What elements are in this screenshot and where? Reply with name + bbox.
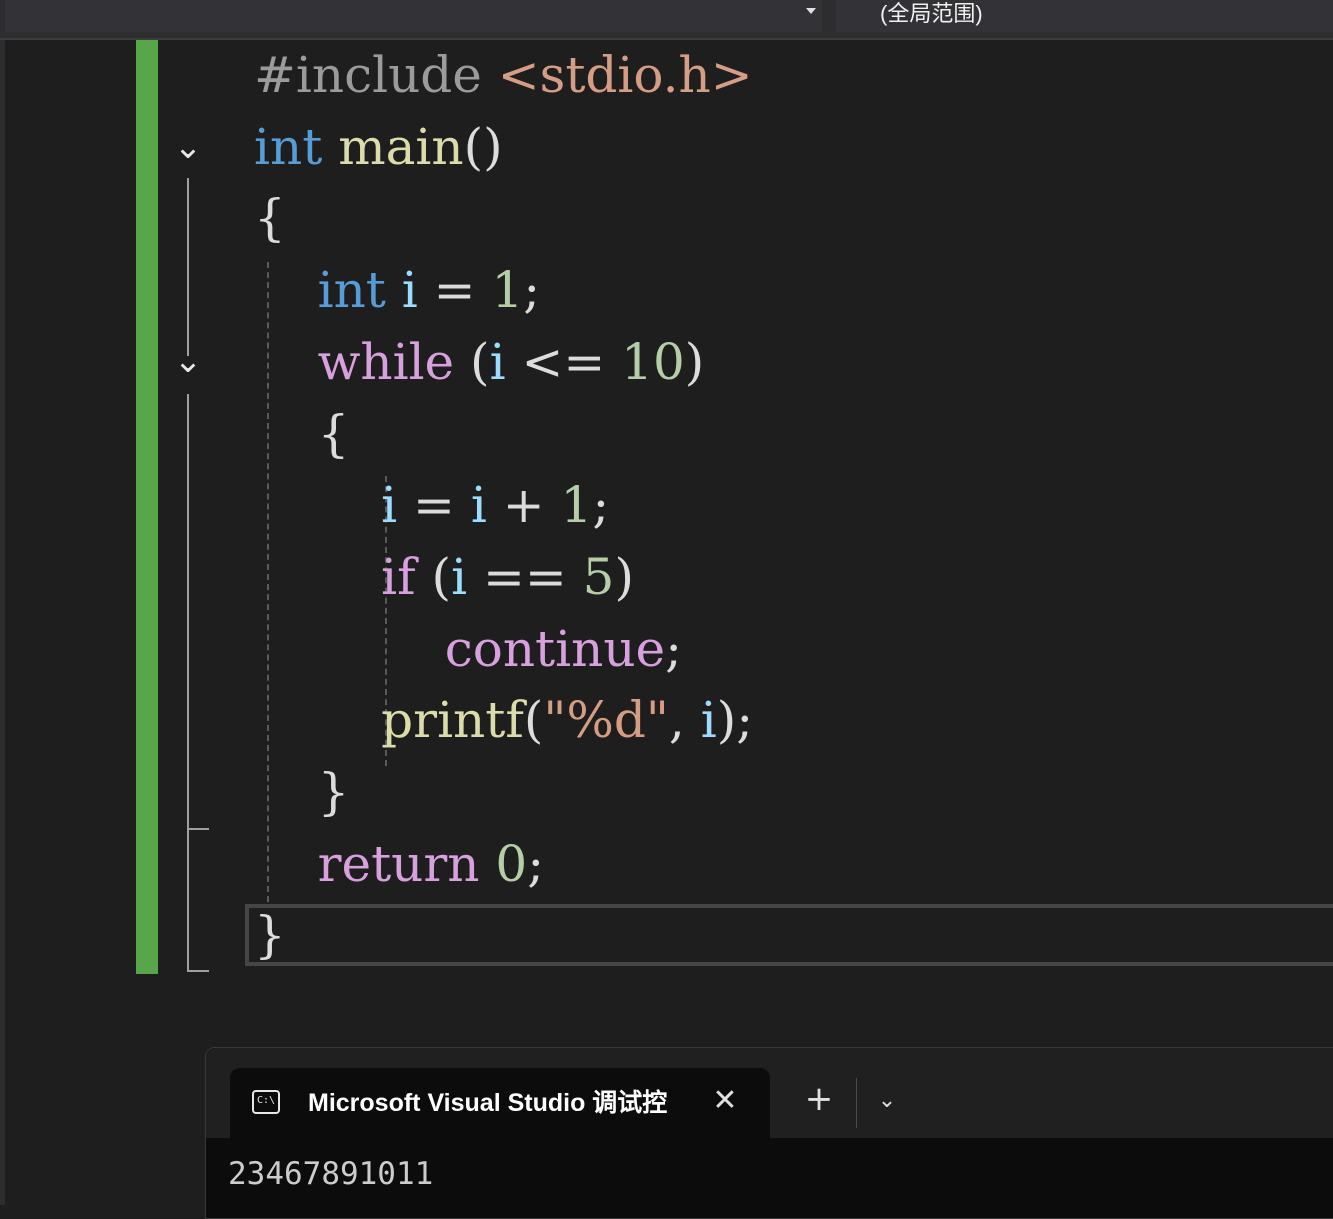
code-line[interactable]: int i = 1; xyxy=(254,255,541,325)
scope-label[interactable]: (全局范围) xyxy=(880,0,983,30)
code-token: if xyxy=(381,547,416,606)
terminal-tab-strip: C:\ Microsoft Visual Studio 调试控 ✕ + ⌄ xyxy=(206,1048,1333,1138)
code-line[interactable]: } xyxy=(254,757,350,827)
code-token: i xyxy=(381,476,398,535)
code-token: ) xyxy=(614,547,634,606)
code-line[interactable]: int main() xyxy=(254,112,503,182)
code-token: ( xyxy=(523,691,544,750)
code-token: i xyxy=(700,691,717,750)
member-dropdown[interactable] xyxy=(5,0,822,32)
code-token: i xyxy=(470,476,487,535)
close-icon[interactable]: ✕ xyxy=(708,1084,742,1118)
change-indicator-bar xyxy=(136,40,158,974)
code-token: 1 xyxy=(560,476,593,535)
program-output: 23467891011 xyxy=(228,1156,434,1192)
code-line[interactable]: #include <stdio.h> xyxy=(254,40,753,110)
code-editor[interactable]: ⌄ ⌄ #include <stdio.h> int main(){ int i … xyxy=(0,40,1333,1205)
code-token: "%d" xyxy=(543,691,669,750)
code-token: i xyxy=(489,332,506,391)
code-line[interactable]: continue; xyxy=(254,614,682,684)
code-line[interactable]: } xyxy=(254,900,286,970)
code-token: 10 xyxy=(621,332,685,391)
tab-separator xyxy=(856,1078,857,1128)
outline-line xyxy=(187,178,189,356)
code-token: { xyxy=(254,404,350,463)
code-token: return xyxy=(317,834,480,893)
outline-tick xyxy=(187,970,209,972)
code-token: printf xyxy=(381,691,524,750)
code-token: continue xyxy=(444,619,666,678)
code-token: = xyxy=(417,261,492,320)
collapse-while-icon[interactable]: ⌄ xyxy=(168,344,208,378)
code-token: { xyxy=(254,189,286,248)
code-token: <stdio.h> xyxy=(497,46,753,104)
code-token: 5 xyxy=(582,547,615,606)
code-token: = xyxy=(397,476,471,535)
code-token: ; xyxy=(665,619,682,678)
code-token: 1 xyxy=(491,261,524,320)
outline-line xyxy=(187,394,189,972)
code-line[interactable]: return 0; xyxy=(254,829,544,899)
code-token: , xyxy=(668,691,701,750)
code-token: i xyxy=(451,547,468,606)
code-line[interactable]: if (i == 5) xyxy=(254,542,634,612)
code-token: <= xyxy=(505,332,622,391)
code-token: ; xyxy=(527,834,545,893)
code-token: ; xyxy=(592,476,610,535)
code-token: + xyxy=(486,476,561,535)
terminal-tab-title: Microsoft Visual Studio 调试控 xyxy=(308,1089,668,1117)
code-token: } xyxy=(254,906,286,965)
code-token: ; xyxy=(523,261,541,320)
editor-margin xyxy=(0,40,5,1205)
code-token: int xyxy=(317,261,386,320)
chevron-down-icon[interactable] xyxy=(806,8,816,14)
current-line-highlight xyxy=(245,904,1333,966)
code-line[interactable]: while (i <= 10) xyxy=(254,327,705,397)
code-token: ) xyxy=(684,332,705,391)
console-icon: C:\ xyxy=(252,1090,280,1114)
code-token: int xyxy=(254,117,323,176)
code-token: #include xyxy=(254,46,498,104)
code-line[interactable]: i = i + 1; xyxy=(254,470,609,540)
code-token: while xyxy=(317,332,455,391)
outline-tick xyxy=(187,828,209,830)
collapse-main-icon[interactable]: ⌄ xyxy=(168,130,208,164)
code-token: == xyxy=(467,547,583,606)
code-line[interactable]: { xyxy=(254,183,286,253)
debug-console-window[interactable]: C:\ Microsoft Visual Studio 调试控 ✕ + ⌄ 23… xyxy=(205,1047,1333,1219)
code-token: main xyxy=(338,117,464,176)
code-token: ( xyxy=(454,332,490,391)
code-token: ( xyxy=(415,547,452,606)
chevron-down-icon[interactable]: ⌄ xyxy=(872,1086,902,1116)
code-line[interactable]: printf("%d", i); xyxy=(254,685,753,755)
code-token: i xyxy=(401,261,418,320)
new-tab-button[interactable]: + xyxy=(802,1082,836,1116)
code-token: 0 xyxy=(495,834,528,893)
code-token: () xyxy=(463,117,503,176)
code-line[interactable]: { xyxy=(254,399,350,469)
scope-bar: (全局范围) xyxy=(0,0,1333,40)
code-token: ); xyxy=(716,691,754,750)
terminal-tab[interactable]: C:\ Microsoft Visual Studio 调试控 ✕ xyxy=(230,1068,770,1138)
code-token: } xyxy=(254,763,350,821)
